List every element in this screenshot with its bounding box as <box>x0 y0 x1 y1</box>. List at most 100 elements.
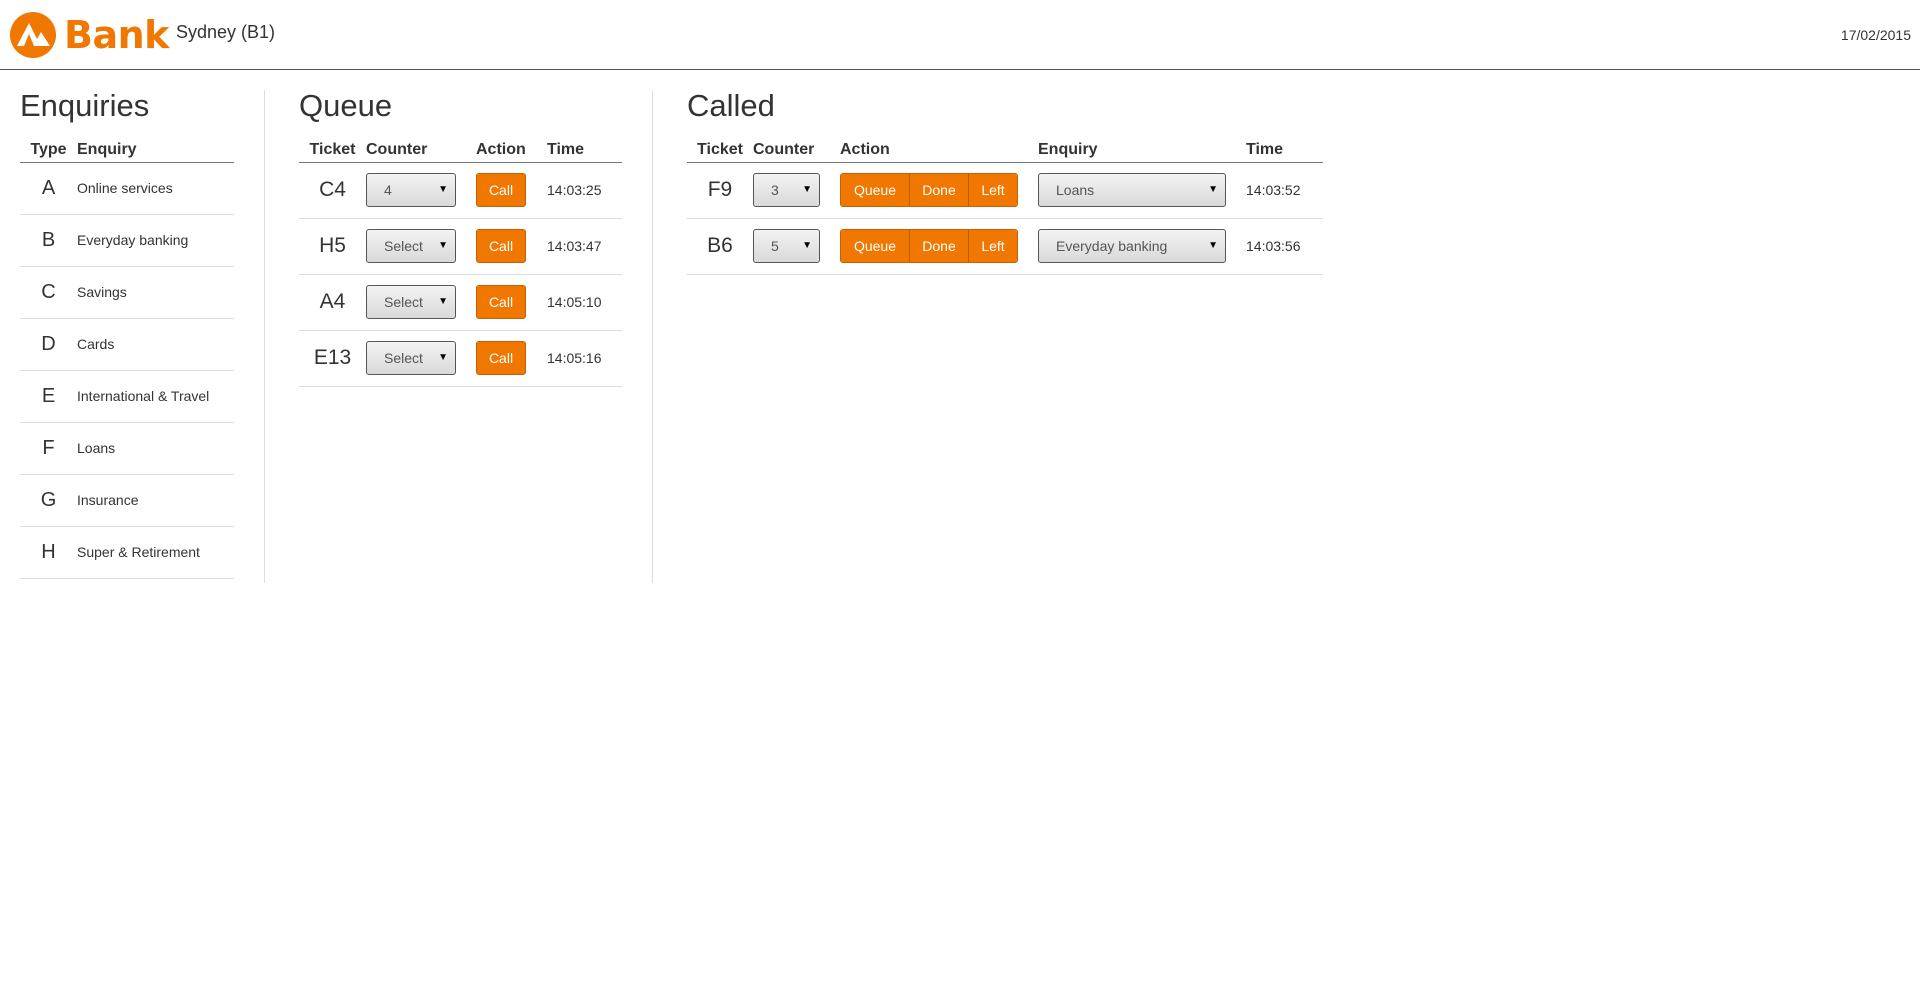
table-row: G Insurance <box>20 474 234 527</box>
queue-table: Ticket Counter Action Time C4 4 ▼ Call 1… <box>299 140 622 387</box>
table-row: C4 4 ▼ Call 14:03:25 <box>299 162 622 219</box>
counter-cell: 5 ▼ <box>753 218 840 275</box>
counter-select-value: 5 <box>771 238 779 254</box>
column-header-time: Time <box>547 140 622 163</box>
counter-select[interactable]: Select ▼ <box>366 341 456 375</box>
chevron-down-icon: ▼ <box>1208 240 1218 251</box>
chevron-down-icon: ▼ <box>438 240 448 251</box>
action-button-group: Queue Done Left <box>840 173 1018 207</box>
column-header-enquiry: Enquiry <box>1038 140 1246 163</box>
bank-logo-icon <box>10 12 56 58</box>
ticket-time: 14:03:47 <box>547 218 622 275</box>
enquiry-type: H <box>20 526 77 579</box>
current-date: 17/02/2015 <box>1840 27 1911 43</box>
enquiry-type: E <box>20 370 77 423</box>
enquiries-title: Enquiries <box>20 88 150 123</box>
counter-cell: 3 ▼ <box>753 162 840 219</box>
call-button[interactable]: Call <box>476 229 526 263</box>
left-button[interactable]: Left <box>968 174 1017 206</box>
enquiry-name: Everyday banking <box>77 214 234 267</box>
enquiry-type: B <box>20 214 77 267</box>
action-cell: Queue Done Left <box>840 162 1038 219</box>
table-row: E International & Travel <box>20 370 234 423</box>
chevron-down-icon: ▼ <box>802 184 812 195</box>
table-row: H Super & Retirement <box>20 526 234 579</box>
chevron-down-icon: ▼ <box>438 352 448 363</box>
ticket-number: B6 <box>687 218 753 275</box>
queue-panel: Queue Ticket Counter Action Time C4 4 ▼ <box>299 86 622 387</box>
action-cell: Call <box>476 162 547 219</box>
ticket-number: H5 <box>299 218 366 275</box>
ticket-time: 14:05:10 <box>547 274 622 331</box>
action-button-group: Queue Done Left <box>840 229 1018 263</box>
queue-button[interactable]: Queue <box>841 174 909 206</box>
counter-select-value: 3 <box>771 182 779 198</box>
enquiry-select-value: Loans <box>1056 182 1095 198</box>
enquiry-name: Loans <box>77 422 234 475</box>
counter-cell: Select ▼ <box>366 330 476 387</box>
table-row: H5 Select ▼ Call 14:03:47 <box>299 218 622 275</box>
called-table: Ticket Counter Action Enquiry Time F9 3 … <box>687 140 1323 275</box>
counter-select[interactable]: 4 ▼ <box>366 173 456 207</box>
logo-text: Bank <box>64 13 169 57</box>
table-row: F9 3 ▼ Queue Done Left Loans ▼ 14:03:52 <box>687 162 1323 219</box>
queue-button[interactable]: Queue <box>841 230 909 262</box>
column-header-time: Time <box>1246 140 1323 163</box>
action-cell: Call <box>476 274 547 331</box>
enquiry-cell: Loans ▼ <box>1038 162 1246 219</box>
left-button[interactable]: Left <box>968 230 1017 262</box>
ticket-number: C4 <box>299 162 366 219</box>
ticket-time: 14:03:25 <box>547 162 622 219</box>
table-row: D Cards <box>20 318 234 371</box>
counter-select-value: Select <box>384 238 423 254</box>
done-button[interactable]: Done <box>909 174 968 206</box>
column-header-ticket: Ticket <box>687 140 753 163</box>
app-header: Bank Sydney (B1) 17/02/2015 <box>0 0 1920 70</box>
chevron-down-icon: ▼ <box>802 240 812 251</box>
table-row: E13 Select ▼ Call 14:05:16 <box>299 330 622 387</box>
call-button[interactable]: Call <box>476 173 526 207</box>
counter-select[interactable]: 5 ▼ <box>753 229 820 263</box>
column-header-enquiry: Enquiry <box>77 140 234 163</box>
chevron-down-icon: ▼ <box>438 184 448 195</box>
bank-logo[interactable]: Bank <box>10 12 169 58</box>
table-row: C Savings <box>20 266 234 319</box>
column-header-counter: Counter <box>366 140 476 163</box>
column-header-counter: Counter <box>753 140 840 163</box>
counter-cell: 4 ▼ <box>366 162 476 219</box>
ticket-time: 14:05:16 <box>547 330 622 387</box>
enquiry-name: Insurance <box>77 474 234 527</box>
done-button[interactable]: Done <box>909 230 968 262</box>
counter-select[interactable]: Select ▼ <box>366 229 456 263</box>
ticket-number: E13 <box>299 330 366 387</box>
enquiry-name: Super & Retirement <box>77 526 234 579</box>
enquiry-type: C <box>20 266 77 319</box>
ticket-time: 14:03:56 <box>1246 218 1323 275</box>
enquiry-type: F <box>20 422 77 475</box>
counter-select[interactable]: Select ▼ <box>366 285 456 319</box>
counter-select-value: 4 <box>384 182 392 198</box>
table-row: A Online services <box>20 162 234 215</box>
branch-name: Sydney (B1) <box>176 22 276 42</box>
ticket-number: F9 <box>687 162 753 219</box>
table-row: F Loans <box>20 422 234 475</box>
action-cell: Call <box>476 330 547 387</box>
enquiry-select-value: Everyday banking <box>1056 238 1168 254</box>
enquiry-select[interactable]: Loans ▼ <box>1038 173 1226 207</box>
enquiry-select[interactable]: Everyday banking ▼ <box>1038 229 1226 263</box>
called-title: Called <box>687 88 775 123</box>
panel-divider <box>652 90 653 583</box>
column-header-type: Type <box>20 140 77 163</box>
call-button[interactable]: Call <box>476 285 526 319</box>
call-button[interactable]: Call <box>476 341 526 375</box>
chevron-down-icon: ▼ <box>438 296 448 307</box>
column-header-ticket: Ticket <box>299 140 366 163</box>
enquiry-name: Cards <box>77 318 234 371</box>
enquiry-name: International & Travel <box>77 370 234 423</box>
counter-cell: Select ▼ <box>366 218 476 275</box>
counter-select[interactable]: 3 ▼ <box>753 173 820 207</box>
chevron-down-icon: ▼ <box>1208 184 1218 195</box>
table-row: B Everyday banking <box>20 214 234 267</box>
enquiry-name: Savings <box>77 266 234 319</box>
panel-divider <box>264 90 265 583</box>
